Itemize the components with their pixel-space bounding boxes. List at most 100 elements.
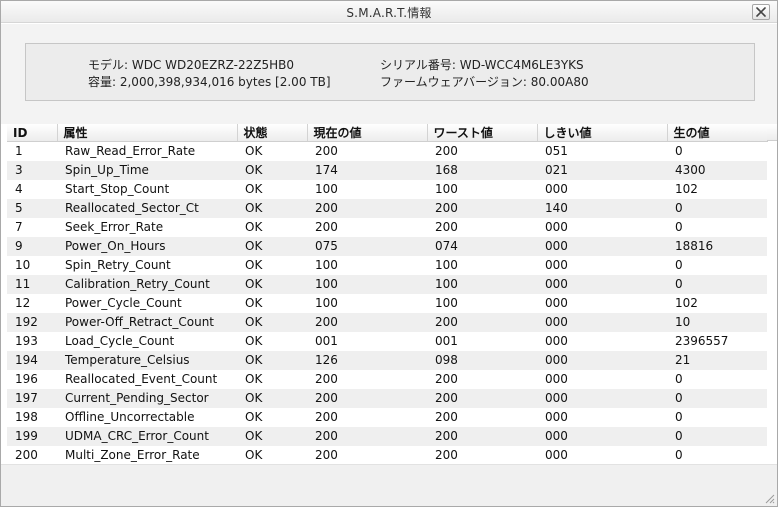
- cell-id: 3: [7, 160, 57, 180]
- cell-id: 11: [7, 274, 57, 294]
- cell-status: OK: [237, 217, 307, 237]
- table-row[interactable]: 197 Current_Pending_Sector OK 200 200 000 0: [7, 388, 767, 408]
- cell-raw: 0: [667, 407, 767, 427]
- cell-id: 5: [7, 198, 57, 218]
- title-bar[interactable]: S.M.A.R.T.情報: [1, 1, 777, 23]
- table-row[interactable]: 196 Reallocated_Event_Count OK 200 200 000 0: [7, 369, 767, 389]
- cell-current: 100: [307, 274, 427, 294]
- cell-raw: 0: [667, 217, 767, 237]
- table-row[interactable]: 9 Power_On_Hours OK 075 074 000 18816: [7, 236, 767, 256]
- bottom-area: [1, 464, 777, 506]
- cell-id: 9: [7, 236, 57, 256]
- cell-status: OK: [237, 236, 307, 256]
- cell-status: OK: [237, 179, 307, 199]
- cell-id: 10: [7, 255, 57, 275]
- cell-current: 075: [307, 236, 427, 256]
- table-row[interactable]: 4 Start_Stop_Count OK 100 100 000 102: [7, 179, 767, 199]
- cell-current: 200: [307, 312, 427, 332]
- cell-attr: UDMA_CRC_Error_Count: [57, 426, 237, 446]
- cell-threshold: 000: [537, 331, 667, 351]
- cell-threshold: 000: [537, 293, 667, 313]
- cell-status: OK: [237, 255, 307, 275]
- cell-id: 198: [7, 407, 57, 427]
- cell-worst: 100: [427, 255, 537, 275]
- header-scroll-stub: [767, 124, 777, 141]
- cell-raw: 0: [667, 426, 767, 446]
- cell-worst: 200: [427, 141, 537, 161]
- cell-raw: 0: [667, 198, 767, 218]
- table-row[interactable]: 194 Temperature_Celsius OK 126 098 000 21: [7, 350, 767, 370]
- cell-id: 1: [7, 141, 57, 161]
- table-row[interactable]: 192 Power-Off_Retract_Count OK 200 200 000 10: [7, 312, 767, 332]
- capacity-label: 容量: 2,000,398,934,016 bytes [2.00 TB]: [88, 75, 331, 89]
- cell-status: OK: [237, 331, 307, 351]
- cell-current: 200: [307, 426, 427, 446]
- table-row[interactable]: 5 Reallocated_Sector_Ct OK 200 200 140 0: [7, 198, 767, 218]
- cell-threshold: 051: [537, 141, 667, 161]
- cell-worst: 168: [427, 160, 537, 180]
- cell-status: OK: [237, 426, 307, 446]
- header-attribute[interactable]: 属性: [57, 124, 238, 142]
- header-id[interactable]: ID: [7, 124, 58, 142]
- cell-threshold: 000: [537, 217, 667, 237]
- header-raw[interactable]: 生の値: [667, 124, 768, 142]
- header-threshold[interactable]: しきい値: [537, 124, 668, 142]
- cell-id: 197: [7, 388, 57, 408]
- cell-status: OK: [237, 198, 307, 218]
- cell-threshold: 000: [537, 236, 667, 256]
- cell-id: 4: [7, 179, 57, 199]
- cell-current: 200: [307, 141, 427, 161]
- cell-current: 200: [307, 388, 427, 408]
- cell-raw: 18816: [667, 236, 767, 256]
- cell-worst: 200: [427, 198, 537, 218]
- table-row[interactable]: 3 Spin_Up_Time OK 174 168 021 4300: [7, 160, 767, 180]
- cell-attr: Load_Cycle_Count: [57, 331, 237, 351]
- header-current[interactable]: 現在の値: [307, 124, 428, 142]
- table-row[interactable]: 199 UDMA_CRC_Error_Count OK 200 200 000 0: [7, 426, 767, 446]
- cell-id: 193: [7, 331, 57, 351]
- cell-attr: Current_Pending_Sector: [57, 388, 237, 408]
- cell-attr: Temperature_Celsius: [57, 350, 237, 370]
- header-status[interactable]: 状態: [237, 124, 308, 142]
- cell-raw: 2396557: [667, 331, 767, 351]
- cell-attr: Seek_Error_Rate: [57, 217, 237, 237]
- cell-id: 194: [7, 350, 57, 370]
- cell-status: OK: [237, 407, 307, 427]
- cell-threshold: 000: [537, 407, 667, 427]
- table-row[interactable]: 10 Spin_Retry_Count OK 100 100 000 0: [7, 255, 767, 275]
- table-row[interactable]: 11 Calibration_Retry_Count OK 100 100 000 0: [7, 274, 767, 294]
- cell-threshold: 000: [537, 388, 667, 408]
- table-row[interactable]: 200 Multi_Zone_Error_Rate OK 200 200 000 0: [7, 445, 767, 465]
- table-row[interactable]: 1 Raw_Read_Error_Rate OK 200 200 051 0: [7, 141, 767, 161]
- cell-current: 200: [307, 407, 427, 427]
- cell-id: 7: [7, 217, 57, 237]
- cell-id: 192: [7, 312, 57, 332]
- table-row[interactable]: 198 Offline_Uncorrectable OK 200 200 000 0: [7, 407, 767, 427]
- cell-status: OK: [237, 312, 307, 332]
- cell-threshold: 000: [537, 350, 667, 370]
- cell-id: 12: [7, 293, 57, 313]
- cell-worst: 200: [427, 369, 537, 389]
- drive-info-panel: モデル: WDC WD20EZRZ-22Z5HB0 容量: 2,000,398,…: [1, 24, 777, 124]
- header-worst[interactable]: ワースト値: [427, 124, 538, 142]
- cell-current: 174: [307, 160, 427, 180]
- cell-current: 200: [307, 445, 427, 465]
- resize-grip-icon[interactable]: [763, 492, 775, 504]
- cell-raw: 0: [667, 369, 767, 389]
- cell-attr: Raw_Read_Error_Rate: [57, 141, 237, 161]
- cell-raw: 0: [667, 274, 767, 294]
- cell-raw: 0: [667, 445, 767, 465]
- cell-current: 200: [307, 217, 427, 237]
- table-row[interactable]: 193 Load_Cycle_Count OK 001 001 000 2396557: [7, 331, 767, 351]
- table-row[interactable]: 12 Power_Cycle_Count OK 100 100 000 102: [7, 293, 767, 313]
- model-label: モデル: WDC WD20EZRZ-22Z5HB0: [88, 58, 295, 72]
- cell-worst: 098: [427, 350, 537, 370]
- table-row[interactable]: 7 Seek_Error_Rate OK 200 200 000 0: [7, 217, 767, 237]
- cell-status: OK: [237, 293, 307, 313]
- close-button[interactable]: [752, 4, 770, 20]
- cell-attr: Reallocated_Sector_Ct: [57, 198, 237, 218]
- cell-id: 199: [7, 426, 57, 446]
- cell-raw: 4300: [667, 160, 767, 180]
- cell-worst: 200: [427, 312, 537, 332]
- cell-attr: Power-Off_Retract_Count: [57, 312, 237, 332]
